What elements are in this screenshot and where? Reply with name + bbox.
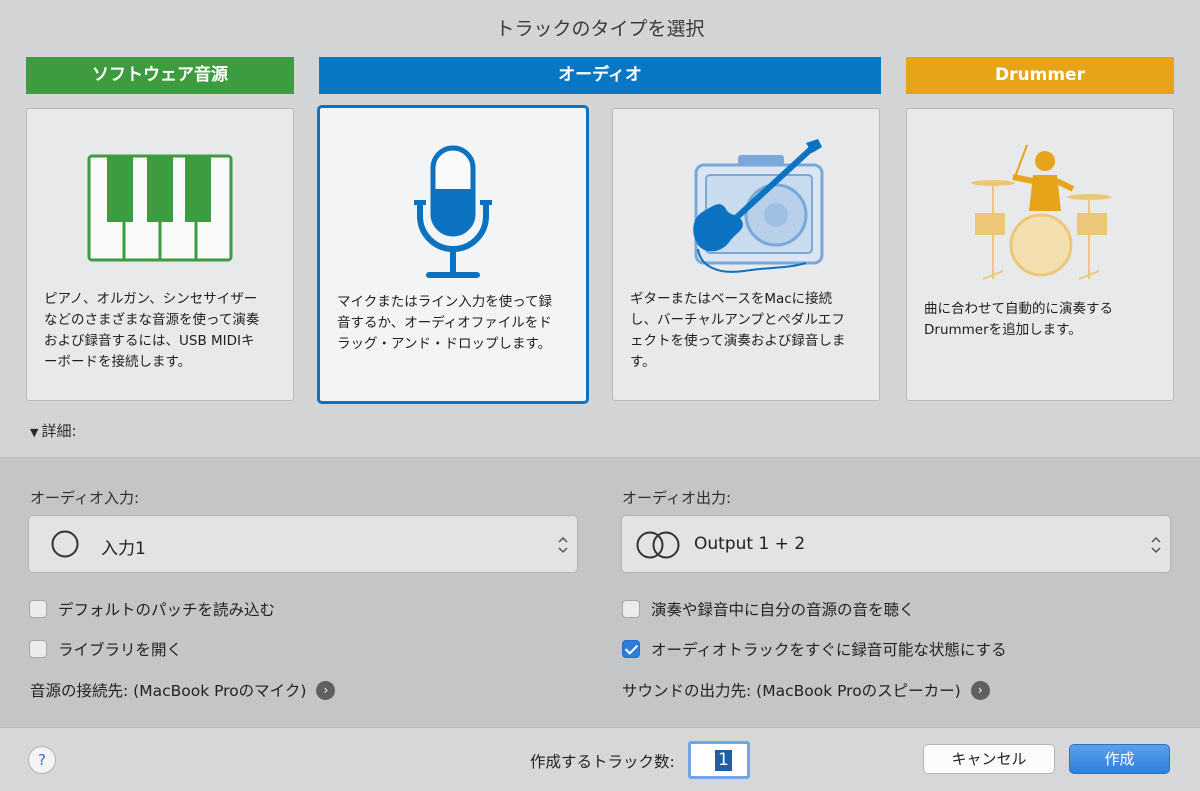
open-library-label: ライブラリを開く — [58, 641, 183, 659]
card-software-instrument[interactable]: ピアノ、オルガン、シンセサイザー などのさまざまな音源を使って演奏 および録音す… — [26, 108, 294, 401]
card-desc-line: ピアノ、オルガン、シンセサイザー — [44, 291, 258, 307]
keyboard-icon — [87, 154, 233, 262]
details-disclosure[interactable]: ▼ 詳細: — [30, 420, 77, 441]
record-enable-label: オーディオトラックをすぐに録音可能な状態にする — [651, 641, 1007, 659]
output-dest-row: サウンドの出力先: (MacBook Proのスピーカー) › — [622, 679, 990, 701]
audio-input-select[interactable]: 入力1 — [28, 515, 578, 573]
record-enable-checkbox[interactable] — [622, 640, 640, 658]
audio-output-label: オーディオ出力: — [622, 489, 732, 507]
microphone-icon — [414, 145, 492, 278]
arrow-right-icon[interactable]: › — [970, 680, 990, 700]
cancel-button[interactable]: キャンセル — [923, 744, 1055, 774]
option-record-enable[interactable]: オーディオトラックをすぐに録音可能な状態にする — [622, 638, 1007, 660]
arrow-right-icon[interactable]: › — [316, 680, 336, 700]
input-source-row: 音源の接続先: (MacBook Proのマイク) › — [30, 679, 336, 701]
card-desc-line: ェクトを使って演奏および録音しま — [630, 333, 846, 349]
audio-output-value: Output 1 + 2 — [694, 534, 806, 554]
output-dest-text: サウンドの出力先: (MacBook Proのスピーカー) — [622, 682, 961, 700]
track-count-value: 1 — [715, 750, 732, 771]
card-desc-line: 音するか、オーディオファイルをド — [337, 315, 552, 331]
input-source-text: 音源の接続先: (MacBook Proのマイク) — [30, 682, 307, 700]
hear-own-instrument-checkbox[interactable] — [622, 600, 640, 618]
disclosure-triangle-icon: ▼ — [30, 426, 39, 439]
create-button[interactable]: 作成 — [1069, 744, 1170, 774]
stepper-chevron-icon — [558, 536, 568, 554]
category-drummer: Drummer — [906, 57, 1174, 94]
load-default-patch-label: デフォルトのパッチを読み込む — [58, 601, 276, 619]
option-hear-own-instrument[interactable]: 演奏や録音中に自分の音源の音を聴く — [622, 598, 915, 620]
option-open-library[interactable]: ライブラリを開く — [29, 638, 182, 660]
card-desc-line: し、バーチャルアンプとペダルエフ — [630, 312, 845, 328]
card-desc-line: 曲に合わせて自動的に演奏する — [924, 301, 1113, 317]
drummer-icon — [971, 144, 1111, 280]
card-desc-line: ーボードを接続します。 — [44, 354, 192, 370]
dialog-title: トラックのタイプを選択 — [495, 18, 705, 40]
card-desc-line: ラッグ・アンド・ドロップします。 — [337, 336, 552, 352]
card-desc-line: などのさまざまな音源を使って演奏 — [44, 312, 260, 328]
card-desc-line: す。 — [630, 354, 656, 370]
category-audio: オーディオ — [319, 57, 881, 94]
option-load-default-patch[interactable]: デフォルトのパッチを読み込む — [29, 598, 275, 620]
card-desc-line: および録音するには、USB MIDIキ — [44, 333, 255, 349]
details-label: 詳細: — [41, 422, 77, 440]
open-library-checkbox[interactable] — [29, 640, 47, 658]
audio-input-value: 入力1 — [101, 539, 146, 559]
track-count-input[interactable]: 1 — [688, 741, 750, 779]
card-guitar[interactable]: ギターまたはベースをMacに接続 し、バーチャルアンプとペダルエフ ェクトを使っ… — [612, 108, 880, 401]
stereo-output-icon — [636, 531, 680, 559]
card-desc-line: ギターまたはベースをMacに接続 — [630, 291, 833, 307]
audio-input-label: オーディオ入力: — [30, 489, 140, 507]
track-count-label: 作成するトラック数: — [530, 753, 675, 771]
stepper-chevron-icon — [1151, 536, 1161, 554]
card-microphone[interactable]: マイクまたはライン入力を使って録 音するか、オーディオファイルをド ラッグ・アン… — [317, 105, 589, 404]
card-desc-line: Drummerを追加します。 — [924, 322, 1082, 338]
card-desc-line: マイクまたはライン入力を使って録 — [337, 294, 553, 310]
guitar-amp-icon — [693, 139, 824, 273]
hear-own-instrument-label: 演奏や録音中に自分の音源の音を聴く — [651, 601, 915, 619]
help-button[interactable]: ? — [28, 746, 56, 774]
card-drummer[interactable]: 曲に合わせて自動的に演奏する Drummerを追加します。 — [906, 108, 1174, 401]
audio-output-select[interactable]: Output 1 + 2 — [621, 515, 1171, 573]
load-default-patch-checkbox[interactable] — [29, 600, 47, 618]
category-software-instrument: ソフトウェア音源 — [26, 57, 294, 94]
mono-input-icon — [51, 530, 79, 558]
